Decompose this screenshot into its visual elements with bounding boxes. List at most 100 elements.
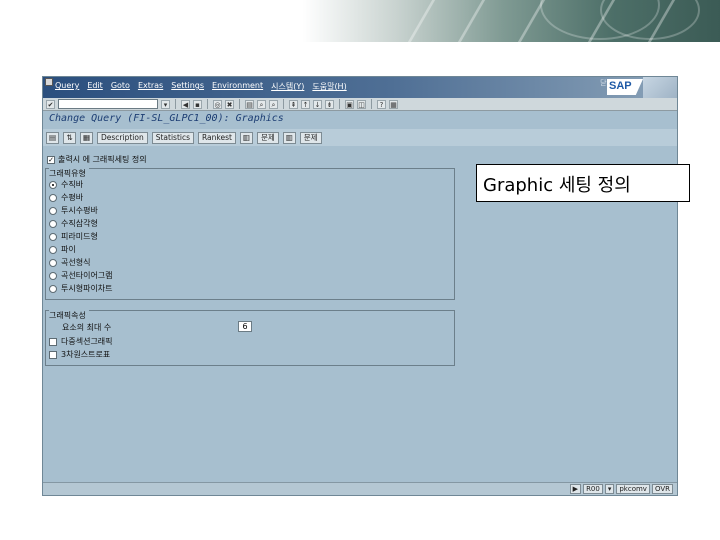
save-icon[interactable]: ▪: [193, 99, 202, 109]
multi-section-checkbox[interactable]: [49, 337, 57, 346]
chart-type-group: 그래픽유형 수직바 수평바 투시수평바 수직삼각형 피라미드형 파이 곡선형식 …: [45, 168, 455, 300]
toolbar-separator: [371, 99, 372, 109]
toolbar-separator: [207, 99, 208, 109]
banner-stripe: [407, 0, 436, 42]
chart-type-label: 곡선타이어그램: [61, 271, 113, 280]
chart-type-option[interactable]: 곡선타이어그램: [49, 270, 113, 281]
chart-type-label: 수평바: [61, 193, 84, 202]
last-page-icon[interactable]: ⇟: [325, 99, 334, 109]
menu-bar: Query Edit Goto Extras Settings Environm…: [55, 81, 347, 93]
chart-type-option[interactable]: 곡선형식: [49, 257, 90, 268]
status-bar: ▶ R00 ▾ pkcomv OVR: [43, 482, 677, 495]
layout-icon[interactable]: ▦: [389, 99, 398, 109]
menu-goto[interactable]: Goto: [111, 81, 130, 93]
window-menu-icon[interactable]: [45, 78, 53, 86]
first-page-icon[interactable]: ⇞: [289, 99, 298, 109]
statistics-icon[interactable]: ▦: [80, 131, 93, 144]
title-bar: Query Edit Goto Extras Settings Environm…: [43, 77, 677, 98]
dropdown-icon[interactable]: ▾: [161, 99, 170, 109]
multi-section-row: 다중섹션그래픽: [49, 336, 113, 347]
enter-icon[interactable]: ✔: [46, 99, 55, 109]
find-icon[interactable]: ⌕: [257, 99, 266, 109]
chart-type-option[interactable]: 투시형파이차트: [49, 283, 113, 294]
status-fields: ▶ R00 ▾ pkcomv OVR: [569, 484, 673, 494]
cancel-icon[interactable]: ✖: [225, 99, 234, 109]
chart-type-label: 투시수평바: [61, 206, 98, 215]
three-d-row: 3차원스트로표: [49, 349, 110, 360]
menu-extras[interactable]: Extras: [138, 81, 163, 93]
chart-type-label: 곡선형식: [61, 258, 91, 267]
menu-query[interactable]: Query: [55, 81, 79, 93]
toolbar-separator: [339, 99, 340, 109]
back-icon[interactable]: ◀: [181, 99, 190, 109]
max-elements-row: 요소의 최대 수: [62, 322, 111, 333]
radio-button[interactable]: [49, 258, 57, 267]
graphic-checkbox-label: 출력시 에 그래픽세팅 정의: [58, 155, 147, 164]
title-decoration: [643, 77, 677, 98]
menu-environment[interactable]: Environment: [212, 81, 263, 93]
callout-text: Graphic 세팅 정의: [483, 175, 631, 196]
max-elements-label: 요소의 최대 수: [62, 323, 112, 332]
chart-type-option[interactable]: 수직바: [49, 179, 83, 190]
menu-settings[interactable]: Settings: [171, 81, 204, 93]
mode-indicator: OVR: [651, 484, 673, 494]
radio-button[interactable]: [49, 193, 57, 202]
chart-type-option[interactable]: 수직삼각형: [49, 218, 98, 229]
ranked-list-button[interactable]: Rankest: [198, 131, 236, 144]
radio-button[interactable]: [49, 271, 57, 280]
toolbar-separator: [175, 99, 176, 109]
sort-icon[interactable]: ⇅: [63, 131, 76, 144]
action-button-1[interactable]: 문제: [256, 131, 279, 144]
chart-type-group-title: 그래픽유형: [49, 168, 89, 179]
exit-icon[interactable]: ◎: [213, 99, 222, 109]
new-session-icon[interactable]: ▣: [345, 99, 354, 109]
command-field[interactable]: [58, 99, 158, 109]
description-button[interactable]: Description: [97, 131, 148, 144]
graphic-checkbox[interactable]: ✓: [47, 155, 55, 164]
find-next-icon[interactable]: ⌕: [269, 99, 278, 109]
action-button-2[interactable]: 문제: [299, 131, 322, 144]
previous-page-icon[interactable]: ↑: [301, 99, 310, 109]
chart-type-label: 수직삼각형: [61, 219, 98, 228]
chart-type-option[interactable]: 피라미드형: [49, 231, 98, 242]
chart-type-option[interactable]: 파이: [49, 244, 76, 255]
menu-system[interactable]: 시스템(Y): [271, 81, 304, 93]
shortcut-icon[interactable]: ◫: [357, 99, 366, 109]
dropdown-icon[interactable]: ▾: [604, 484, 615, 494]
sap-window: Query Edit Goto Extras Settings Environm…: [42, 76, 678, 496]
menu-help[interactable]: 도움말(H): [312, 81, 346, 93]
chart-type-label: 파이: [61, 245, 76, 254]
chart-type-option[interactable]: 수평바: [49, 192, 83, 203]
chart-type-option[interactable]: 투시수평바: [49, 205, 98, 216]
radio-button[interactable]: [49, 245, 57, 254]
graphic-icon[interactable]: ▥: [239, 131, 253, 144]
max-elements-input[interactable]: 6: [238, 321, 252, 332]
radio-button[interactable]: [49, 219, 57, 228]
chart-attributes-group: 그래픽속성 요소의 최대 수 6 다중섹션그래픽 3차원스트로표: [45, 310, 455, 366]
help-icon[interactable]: ?: [377, 99, 386, 109]
graphic-option-row: ✓ 출력시 에 그래픽세팅 정의: [47, 154, 147, 165]
chart-attributes-group-title: 그래픽속성: [49, 310, 89, 321]
banner-stripe: [457, 0, 486, 42]
toolbar-separator: [239, 99, 240, 109]
radio-button[interactable]: [49, 284, 57, 293]
three-d-checkbox[interactable]: [49, 350, 57, 359]
menu-edit[interactable]: Edit: [87, 81, 103, 93]
toolbar-separator: [283, 99, 284, 109]
statistics-button[interactable]: Statistics: [151, 131, 195, 144]
radio-button[interactable]: [49, 206, 57, 215]
graphic-icon[interactable]: ▥: [282, 131, 296, 144]
radio-button[interactable]: [49, 232, 57, 241]
client-id: pkcomv: [616, 484, 650, 494]
chart-type-label: 수직바: [61, 180, 84, 189]
annotation-callout: Graphic 세팅 정의: [476, 164, 690, 202]
next-page-icon[interactable]: ↓: [313, 99, 322, 109]
print-icon[interactable]: ▤: [245, 99, 254, 109]
screen-title: Change Query (FI-SL_GLPC1_00): Graphics: [49, 113, 284, 124]
top-banner: [0, 0, 720, 42]
status-arrow-icon[interactable]: ▶: [569, 484, 582, 494]
three-d-label: 3차원스트로표: [61, 350, 111, 359]
radio-button[interactable]: [49, 180, 57, 189]
application-toolbar: ▤ ⇅ ▦ Description Statistics Rankest ▥ 문…: [43, 129, 677, 146]
basic-list-icon[interactable]: ▤: [46, 131, 59, 144]
